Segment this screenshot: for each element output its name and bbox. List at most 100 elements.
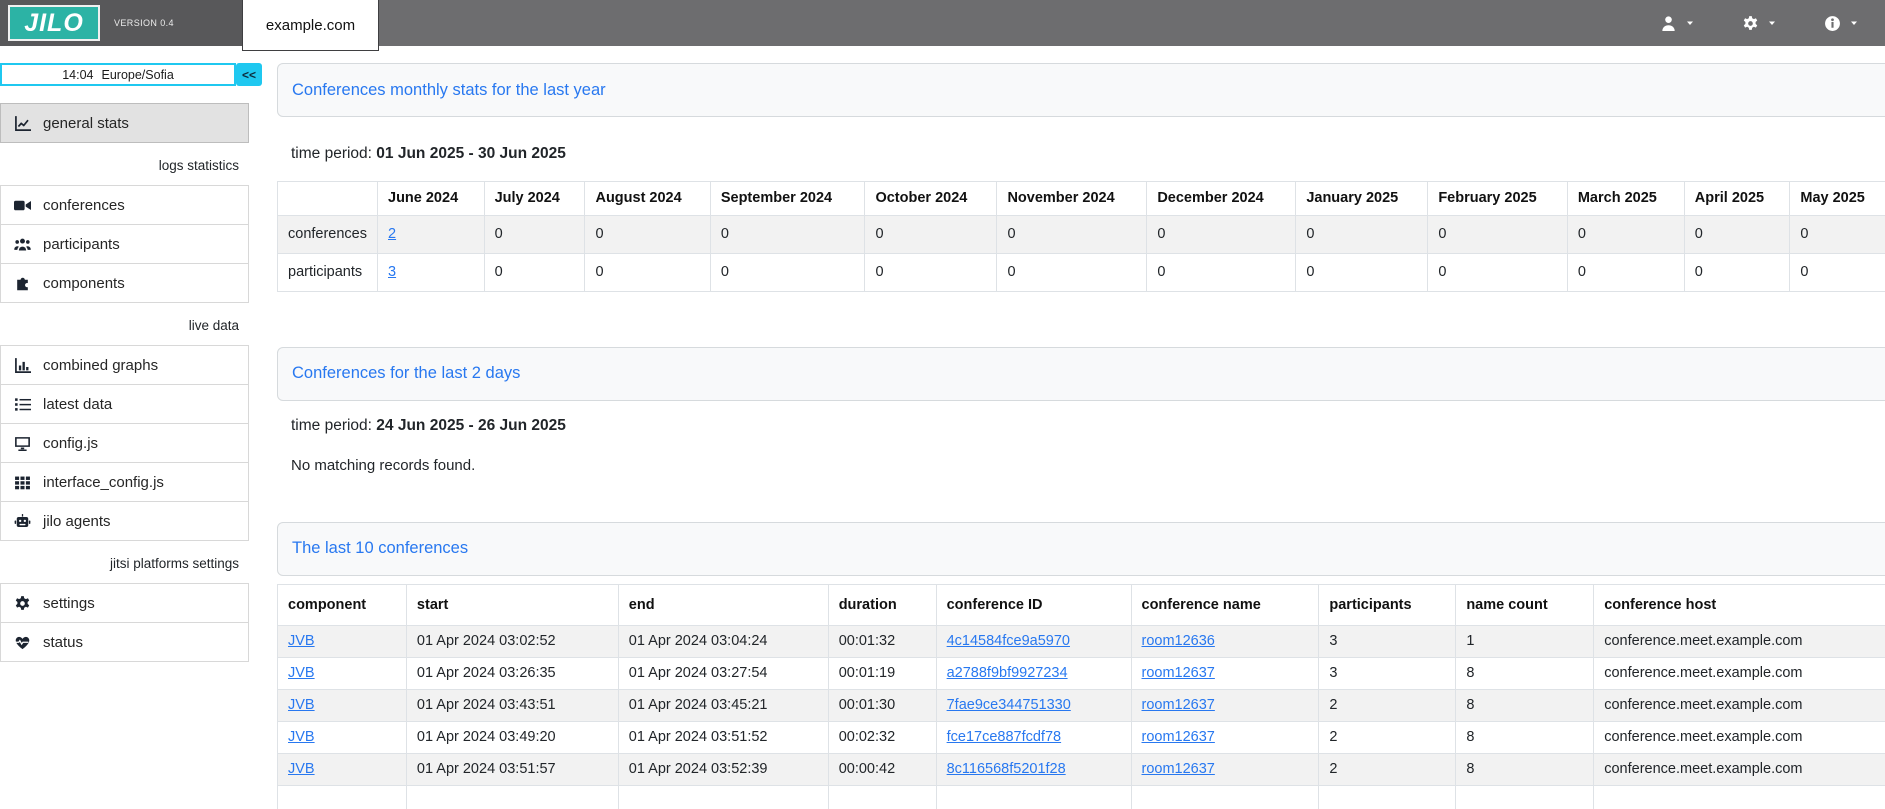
clock-bar: 14:04 Europe/Sofia << [0, 63, 262, 86]
conference-link[interactable]: JVB [288, 761, 315, 777]
heart-pulse-icon [13, 634, 32, 651]
conference-cell-participants: 2 [1319, 721, 1456, 753]
robot-icon [13, 513, 32, 530]
conference-link[interactable]: JVB [288, 633, 315, 649]
clock-time: 14:04 [62, 68, 93, 82]
column-header-conference-name: conference name [1131, 584, 1319, 626]
conference-cell-name-count: 8 [1456, 658, 1594, 690]
sidebar-menu-group: conferencesparticipantscomponents [0, 185, 249, 303]
conference-cell-participants: 3 [1319, 658, 1456, 690]
sidebar-item-general-stats[interactable]: general stats [0, 103, 249, 143]
sidebar-item-components[interactable]: components [0, 263, 249, 303]
sidebar-item-label: jilo agents [43, 513, 111, 530]
sidebar-item-settings[interactable]: settings [0, 583, 249, 623]
stat-cell: 0 [1684, 253, 1790, 291]
conference-cell-name-count: 8 [1456, 753, 1594, 785]
sidebar-item-label: combined graphs [43, 357, 158, 374]
conference-cell-name-count: 8 [1456, 690, 1594, 722]
stat-cell: 0 [1567, 253, 1684, 291]
conference-link[interactable]: JVB [288, 697, 315, 713]
stat-cell: 0 [585, 215, 710, 253]
sidebar-item-config-js[interactable]: config.js [0, 423, 249, 463]
conference-cell-empty [1456, 785, 1594, 809]
conference-cell-participants: 3 [1319, 626, 1456, 658]
conference-cell-start: 01 Apr 2024 03:02:52 [406, 626, 618, 658]
stat-link[interactable]: 3 [388, 264, 396, 280]
conference-cell-duration: 00:01:32 [828, 626, 936, 658]
table-row-participants: participants3000000000000 [278, 253, 1885, 291]
conference-cell-empty [1594, 785, 1885, 809]
stat-cell: 0 [1428, 215, 1568, 253]
month-column-header: May 2025 [1790, 182, 1885, 216]
sidebar-collapse-button[interactable]: << [236, 63, 262, 86]
conference-link[interactable]: 8c116568f5201f28 [947, 761, 1066, 777]
list-icon [13, 396, 32, 413]
time-period-value: 24 Jun 2025 - 26 Jun 2025 [376, 417, 566, 434]
info-menu-button[interactable] [1824, 15, 1859, 32]
month-column-header: January 2025 [1296, 182, 1428, 216]
settings-menu-button[interactable] [1742, 15, 1777, 32]
conference-cell-name-count: 1 [1456, 626, 1594, 658]
stat-cell: 2 [378, 215, 485, 253]
last-10-conferences-title: The last 10 conferences [292, 539, 468, 558]
caret-down-icon [1849, 18, 1859, 28]
clock-display: 14:04 Europe/Sofia [0, 63, 236, 86]
conference-link[interactable]: JVB [288, 729, 315, 745]
stat-link[interactable]: 2 [388, 226, 396, 242]
conference-cell-empty [1319, 785, 1456, 809]
conference-link[interactable]: room12636 [1142, 633, 1215, 649]
column-header-participants: participants [1319, 584, 1456, 626]
column-header-duration: duration [828, 584, 936, 626]
conference-link[interactable]: fce17ce887fcdf78 [947, 729, 1061, 745]
chart-line-icon [13, 115, 32, 132]
conference-cell-conference-id: 4c14584fce9a5970 [936, 626, 1131, 658]
clock-timezone: Europe/Sofia [102, 68, 174, 82]
stat-cell: 0 [1790, 253, 1885, 291]
sidebar-item-jilo-agents[interactable]: jilo agents [0, 501, 249, 541]
stat-cell: 0 [865, 215, 997, 253]
topbar-menus [1660, 0, 1885, 46]
row-label: participants [278, 253, 378, 291]
conference-link[interactable]: room12637 [1142, 665, 1215, 681]
user-menu-button[interactable] [1660, 15, 1695, 32]
conference-cell-duration: 00:01:30 [828, 690, 936, 722]
conference-row: JVB01 Apr 2024 03:49:2001 Apr 2024 03:51… [278, 721, 1885, 753]
conference-cell-duration: 00:01:19 [828, 658, 936, 690]
conference-link[interactable]: 4c14584fce9a5970 [947, 633, 1070, 649]
conference-link[interactable]: a2788f9bf9927234 [947, 665, 1068, 681]
sidebar: 14:04 Europe/Sofia << general statslogs … [0, 46, 262, 662]
caret-down-icon [1767, 18, 1777, 28]
sidebar-item-status[interactable]: status [0, 622, 249, 662]
conference-cell-conference-host: conference.meet.example.com [1594, 658, 1885, 690]
conference-cell-component: JVB [278, 690, 407, 722]
sidebar-item-combined-graphs[interactable]: combined graphs [0, 345, 249, 385]
sidebar-item-interface-config-js[interactable]: interface_config.js [0, 462, 249, 502]
sidebar-item-participants[interactable]: participants [0, 224, 249, 264]
column-header-component: component [278, 584, 407, 626]
month-column-header: February 2025 [1428, 182, 1568, 216]
tab-example-com[interactable]: example.com [242, 0, 379, 51]
sidebar-item-latest-data[interactable]: latest data [0, 384, 249, 424]
stat-cell: 0 [1296, 253, 1428, 291]
sidebar-item-conferences[interactable]: conferences [0, 185, 249, 225]
month-column-header: November 2024 [997, 182, 1147, 216]
conference-cell-conference-host: conference.meet.example.com [1594, 690, 1885, 722]
month-column-header: April 2025 [1684, 182, 1790, 216]
conference-link[interactable]: 7fae9ce344751330 [947, 697, 1071, 713]
conference-cell-conference-name: room12637 [1131, 690, 1319, 722]
conference-link[interactable]: room12637 [1142, 729, 1215, 745]
desktop-icon [13, 435, 32, 452]
conference-link[interactable]: room12637 [1142, 697, 1215, 713]
time-period-label: time period: [291, 145, 372, 162]
conference-link[interactable]: JVB [288, 665, 315, 681]
stat-cell: 0 [484, 253, 585, 291]
users-icon [13, 236, 32, 253]
user-icon [1660, 15, 1677, 32]
last-2-days-title: Conferences for the last 2 days [292, 364, 520, 383]
monthly-time-period: time period: 01 Jun 2025 - 30 Jun 2025 [291, 145, 1885, 163]
conference-link[interactable]: room12637 [1142, 761, 1215, 777]
conference-cell-component: JVB [278, 658, 407, 690]
sidebar-section-live-data: live data [0, 318, 249, 333]
conference-cell-conference-id: fce17ce887fcdf78 [936, 721, 1131, 753]
card-last-10-conferences: The last 10 conferences [277, 522, 1885, 576]
